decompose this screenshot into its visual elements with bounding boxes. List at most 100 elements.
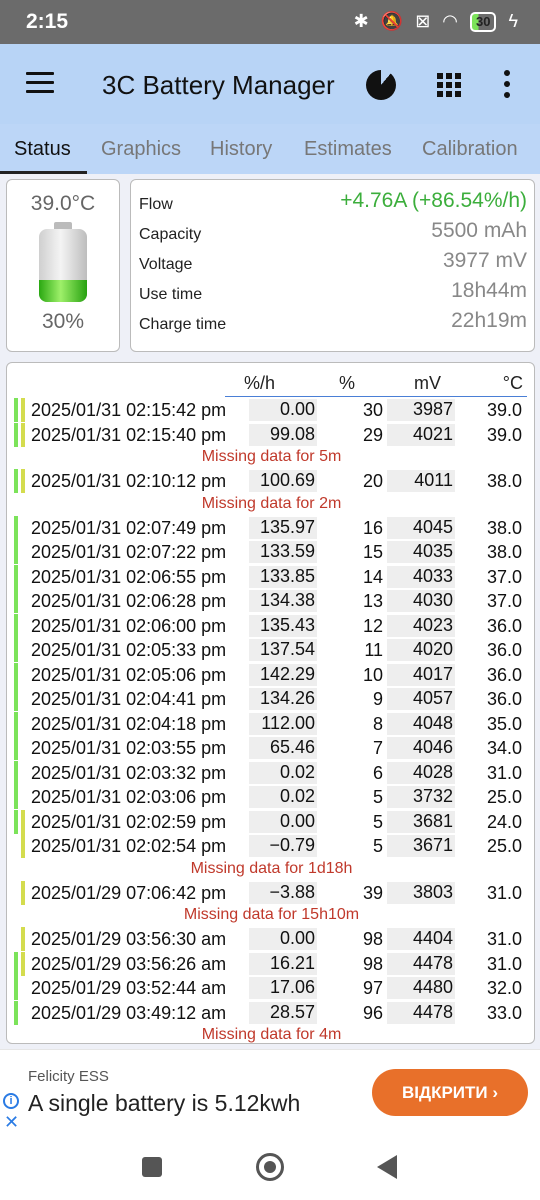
- history-rate: 0.00: [249, 399, 317, 421]
- history-row[interactable]: 2025/01/31 02:02:59 pm 0.00 5 3681 24.0: [7, 809, 534, 834]
- info-value: 22h19m: [451, 309, 527, 332]
- state-bar: [14, 711, 18, 736]
- history-mv: 4028: [387, 761, 455, 784]
- system-icons: ✱ 🔕 ⊠ ◠ 30 ϟ: [354, 11, 518, 32]
- charging-icon: ϟ: [508, 11, 518, 31]
- header-temp: °C: [502, 373, 523, 393]
- state-bar: [14, 613, 18, 638]
- history-row[interactable]: 2025/01/31 02:03:32 pm 0.02 6 4028 31.0: [7, 760, 534, 785]
- history-temp: 39.0: [486, 400, 522, 420]
- history-rate: 137.54: [249, 639, 317, 661]
- history-row[interactable]: 2025/01/29 03:49:12 am 28.57 96 4478 33.0: [7, 1000, 534, 1025]
- history-percent: 5: [372, 787, 383, 807]
- history-date: 2025/01/29 03:56:26 am: [31, 953, 227, 974]
- history-row[interactable]: 2025/01/31 02:10:12 pm 100.69 20 4011 38.0: [7, 469, 534, 493]
- history-row[interactable]: 2025/01/31 02:06:28 pm 134.38 13 4030 37.0: [7, 589, 534, 613]
- info-label: Charge time: [139, 316, 227, 333]
- back-button[interactable]: [377, 1155, 397, 1179]
- history-rate: 133.59: [249, 541, 317, 563]
- battery-info-card[interactable]: Flow +4.76A (+86.54%/h) Capacity 5500 mA…: [130, 179, 535, 352]
- missing-data-notice: Missing data for 2m: [201, 494, 342, 512]
- history-row[interactable]: 2025/01/31 02:02:54 pm −0.79 5 3671 25.0: [7, 834, 534, 858]
- history-row[interactable]: 2025/01/31 02:07:49 pm 135.97 16 4045 38.0: [7, 515, 534, 540]
- history-temp: 25.0: [486, 836, 522, 856]
- history-percent: 8: [372, 713, 383, 734]
- history-percent: 9: [372, 689, 383, 709]
- close-icon[interactable]: ✕: [4, 1112, 19, 1133]
- history-row[interactable]: 2025/01/29 03:56:26 am 16.21 98 4478 31.0: [7, 951, 534, 976]
- info-label: Voltage: [139, 256, 193, 273]
- tab-graphics[interactable]: Graphics: [101, 138, 181, 161]
- history-date: 2025/01/31 02:04:41 pm: [31, 689, 227, 709]
- history-row[interactable]: 2025/01/29 07:06:42 pm −3.88 39 3803 31.0: [7, 880, 534, 905]
- grid-icon[interactable]: [437, 73, 461, 97]
- history-row[interactable]: 2025/01/29 03:52:44 am 17.06 97 4480 32.0: [7, 976, 534, 1000]
- history-list[interactable]: %/h % mV °C 2025/01/31 02:15:42 pm 0.00 30…: [6, 362, 535, 1044]
- history-percent: 98: [362, 953, 383, 974]
- menu-icon[interactable]: [26, 72, 54, 94]
- history-row[interactable]: 2025/01/31 02:05:06 pm 142.29 10 4017 36.0: [7, 662, 534, 687]
- home-button[interactable]: [256, 1153, 284, 1181]
- recents-button[interactable]: [142, 1157, 162, 1177]
- history-row[interactable]: 2025/01/31 02:04:41 pm 134.26 9 4057 36.0: [7, 687, 534, 711]
- tab-status[interactable]: Status: [14, 138, 71, 161]
- history-percent: 5: [372, 836, 383, 856]
- history-row[interactable]: 2025/01/31 02:07:22 pm 133.59 15 4035 38.0: [7, 540, 534, 564]
- state-bar: [21, 880, 25, 905]
- header-percent: %: [338, 373, 355, 393]
- history-rate: −0.79: [249, 835, 317, 857]
- history-row[interactable]: 2025/01/31 02:03:55 pm 65.46 7 4046 34.0: [7, 736, 534, 760]
- history-date: 2025/01/31 02:03:32 pm: [31, 762, 227, 783]
- history-row[interactable]: 2025/01/31 02:06:55 pm 133.85 14 4033 37.0: [7, 564, 534, 589]
- info-icon[interactable]: i: [3, 1093, 19, 1109]
- state-bar: [14, 564, 18, 589]
- info-label: Use time: [139, 286, 203, 303]
- state-bar: [14, 785, 18, 809]
- state-bar: [14, 540, 18, 564]
- history-temp: 31.0: [486, 882, 522, 903]
- info-row-use-time: Use time 18h44m: [139, 278, 527, 308]
- history-date: 2025/01/29 03:56:30 am: [31, 929, 227, 949]
- ad-open-button[interactable]: ВІДКРИТИ ›: [372, 1069, 528, 1116]
- history-row[interactable]: 2025/01/31 02:15:40 pm 99.08 29 4021 39.0: [7, 422, 534, 447]
- history-row[interactable]: 2025/01/29 03:56:30 am 0.00 98 4404 31.0: [7, 927, 534, 951]
- more-vert-icon[interactable]: [504, 70, 512, 100]
- state-bar: [14, 662, 18, 687]
- history-percent: 98: [362, 929, 383, 949]
- info-row-voltage: Voltage 3977 mV: [139, 248, 527, 278]
- history-mv: 4048: [387, 712, 455, 735]
- history-row[interactable]: 2025/01/31 02:03:06 pm 0.02 5 3732 25.0: [7, 785, 534, 809]
- status-time: 2:15: [26, 10, 69, 33]
- history-rate: 134.26: [249, 688, 317, 710]
- history-row[interactable]: 2025/01/31 02:06:00 pm 135.43 12 4023 36.0: [7, 613, 534, 638]
- battery-summary-card[interactable]: 39.0°C 30%: [6, 179, 120, 352]
- pie-chart-icon[interactable]: [366, 70, 396, 100]
- history-mv: 4478: [387, 1001, 455, 1024]
- mute-icon: 🔕: [380, 11, 404, 31]
- header-rate: %/h: [243, 373, 275, 393]
- history-temp: 35.0: [486, 713, 522, 734]
- state-bar: [21, 927, 25, 951]
- tab-estimates[interactable]: Estimates: [304, 138, 392, 161]
- history-percent: 10: [362, 664, 383, 685]
- battery-percent: 30%: [41, 310, 85, 333]
- tab-calibration[interactable]: Calibration: [422, 138, 518, 161]
- history-row[interactable]: 2025/01/31 02:15:42 pm 0.00 30 3987 39.0: [7, 398, 534, 422]
- tab-history[interactable]: History: [210, 138, 272, 161]
- history-date: 2025/01/31 02:05:06 pm: [31, 664, 227, 685]
- history-row[interactable]: 2025/01/31 02:05:33 pm 137.54 11 4020 36.0: [7, 638, 534, 662]
- history-mv: 4057: [387, 688, 455, 710]
- history-percent: 39: [362, 882, 383, 903]
- state-bar: [14, 422, 18, 447]
- state-bar: [14, 809, 18, 834]
- app-title: 3C Battery Manager: [102, 70, 335, 100]
- info-value: +4.76A (+86.54%/h): [340, 189, 527, 212]
- history-temp: 31.0: [486, 953, 522, 974]
- history-date: 2025/01/31 02:04:18 pm: [31, 713, 227, 734]
- ad-banner[interactable]: Felicity ESS i A single battery is 5.12k…: [0, 1049, 540, 1133]
- app-bar: 3C Battery Manager: [0, 44, 540, 124]
- history-row[interactable]: 2025/01/31 02:04:18 pm 112.00 8 4048 35.0: [7, 711, 534, 736]
- history-rate: 135.97: [249, 516, 317, 539]
- history-temp: 24.0: [486, 811, 522, 832]
- state-bar: [14, 760, 18, 785]
